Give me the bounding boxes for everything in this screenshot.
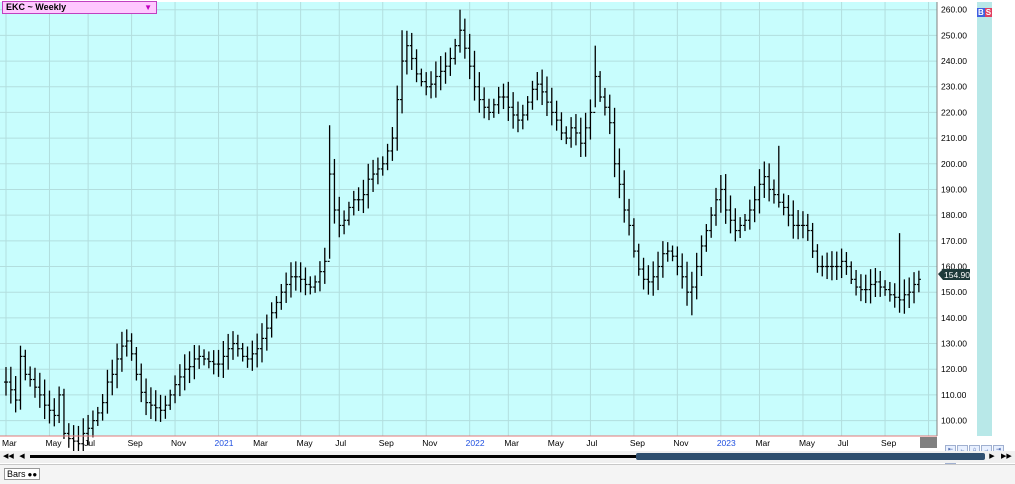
y-tick-label: 170.00 [941,236,967,246]
y-tick-label: 250.00 [941,30,967,40]
y-tick-label: 180.00 [941,210,967,220]
plot-area[interactable] [0,2,937,436]
chart-style-label: Bars [7,469,26,479]
x-tick-label: Mar [504,438,519,448]
x-tick-label: Sep [379,438,394,448]
x-tick-label: May [45,438,62,448]
x-tick-label: Sep [881,438,896,448]
y-tick-label: 230.00 [941,82,967,92]
x-tick-label: May [548,438,565,448]
x-tick-label: May [297,438,314,448]
x-tick-label: Mar [253,438,268,448]
sell-badge-label: S [984,8,993,17]
y-tick-label: 120.00 [941,364,967,374]
y-tick-label: 150.00 [941,287,967,297]
scroll-left-icon[interactable]: ◀ [17,451,27,462]
buy-badge-label: B [977,8,985,17]
scroll-first-icon[interactable]: ◀◀ [3,451,14,462]
right-strip [992,2,1015,436]
x-tick-label: Jul [335,438,346,448]
x-tick-label: Nov [171,438,187,448]
scrollbar-thumb[interactable] [636,453,985,460]
y-tick-label: 190.00 [941,184,967,194]
x-tick-label: Jul [586,438,597,448]
last-price-label: 154.90 [944,270,970,280]
x-tick-label: 2023 [717,438,736,448]
chevron-down-icon[interactable]: ▼ [144,2,152,13]
x-tick-label: Jul [84,438,95,448]
x-tick-label: Sep [630,438,645,448]
scroll-right-icon[interactable]: ▶ [987,451,997,462]
x-tick-label: 2021 [215,438,234,448]
y-tick-label: 200.00 [941,159,967,169]
chart-control-buttons: ⇤←⌂→⇥⇨ [945,438,1015,473]
price-chart: 260.00 250.00 240.00 230.00 220.00 210.00 200.… [0,0,1015,464]
x-tick-label: Jul [838,438,849,448]
y-tick-label: 130.00 [941,339,967,349]
scroll-last-icon[interactable]: ▶▶ [1001,451,1012,462]
symbol-selector[interactable]: EKC ~ Weekly ▼ [2,1,157,14]
y-tick-label: 260.00 [941,5,967,15]
x-tick-label: May [799,438,816,448]
y-tick-label: 210.00 [941,133,967,143]
x-axis-current-marker [920,437,937,448]
status-bar: Bars ●● [0,464,1015,484]
x-tick-label: Nov [673,438,689,448]
link-icon: ●● [27,470,38,479]
x-tick-label: Nov [422,438,438,448]
x-tick-label: Mar [2,438,17,448]
y-tick-label: 110.00 [941,390,967,400]
symbol-label: EKC ~ Weekly [6,2,67,12]
chart-style-selector[interactable]: Bars ●● [4,468,40,480]
right-panel [977,2,992,436]
y-tick-label: 100.00 [941,416,967,426]
buy-sell-badge[interactable]: BS [977,8,993,18]
x-tick-label: 2022 [466,438,485,448]
y-tick-label: 220.00 [941,107,967,117]
x-tick-label: Sep [128,438,143,448]
x-tick-label: Mar [755,438,770,448]
y-tick-label: 140.00 [941,313,967,323]
y-tick-label: 240.00 [941,56,967,66]
last-price-tag: 154.90 [938,269,970,280]
